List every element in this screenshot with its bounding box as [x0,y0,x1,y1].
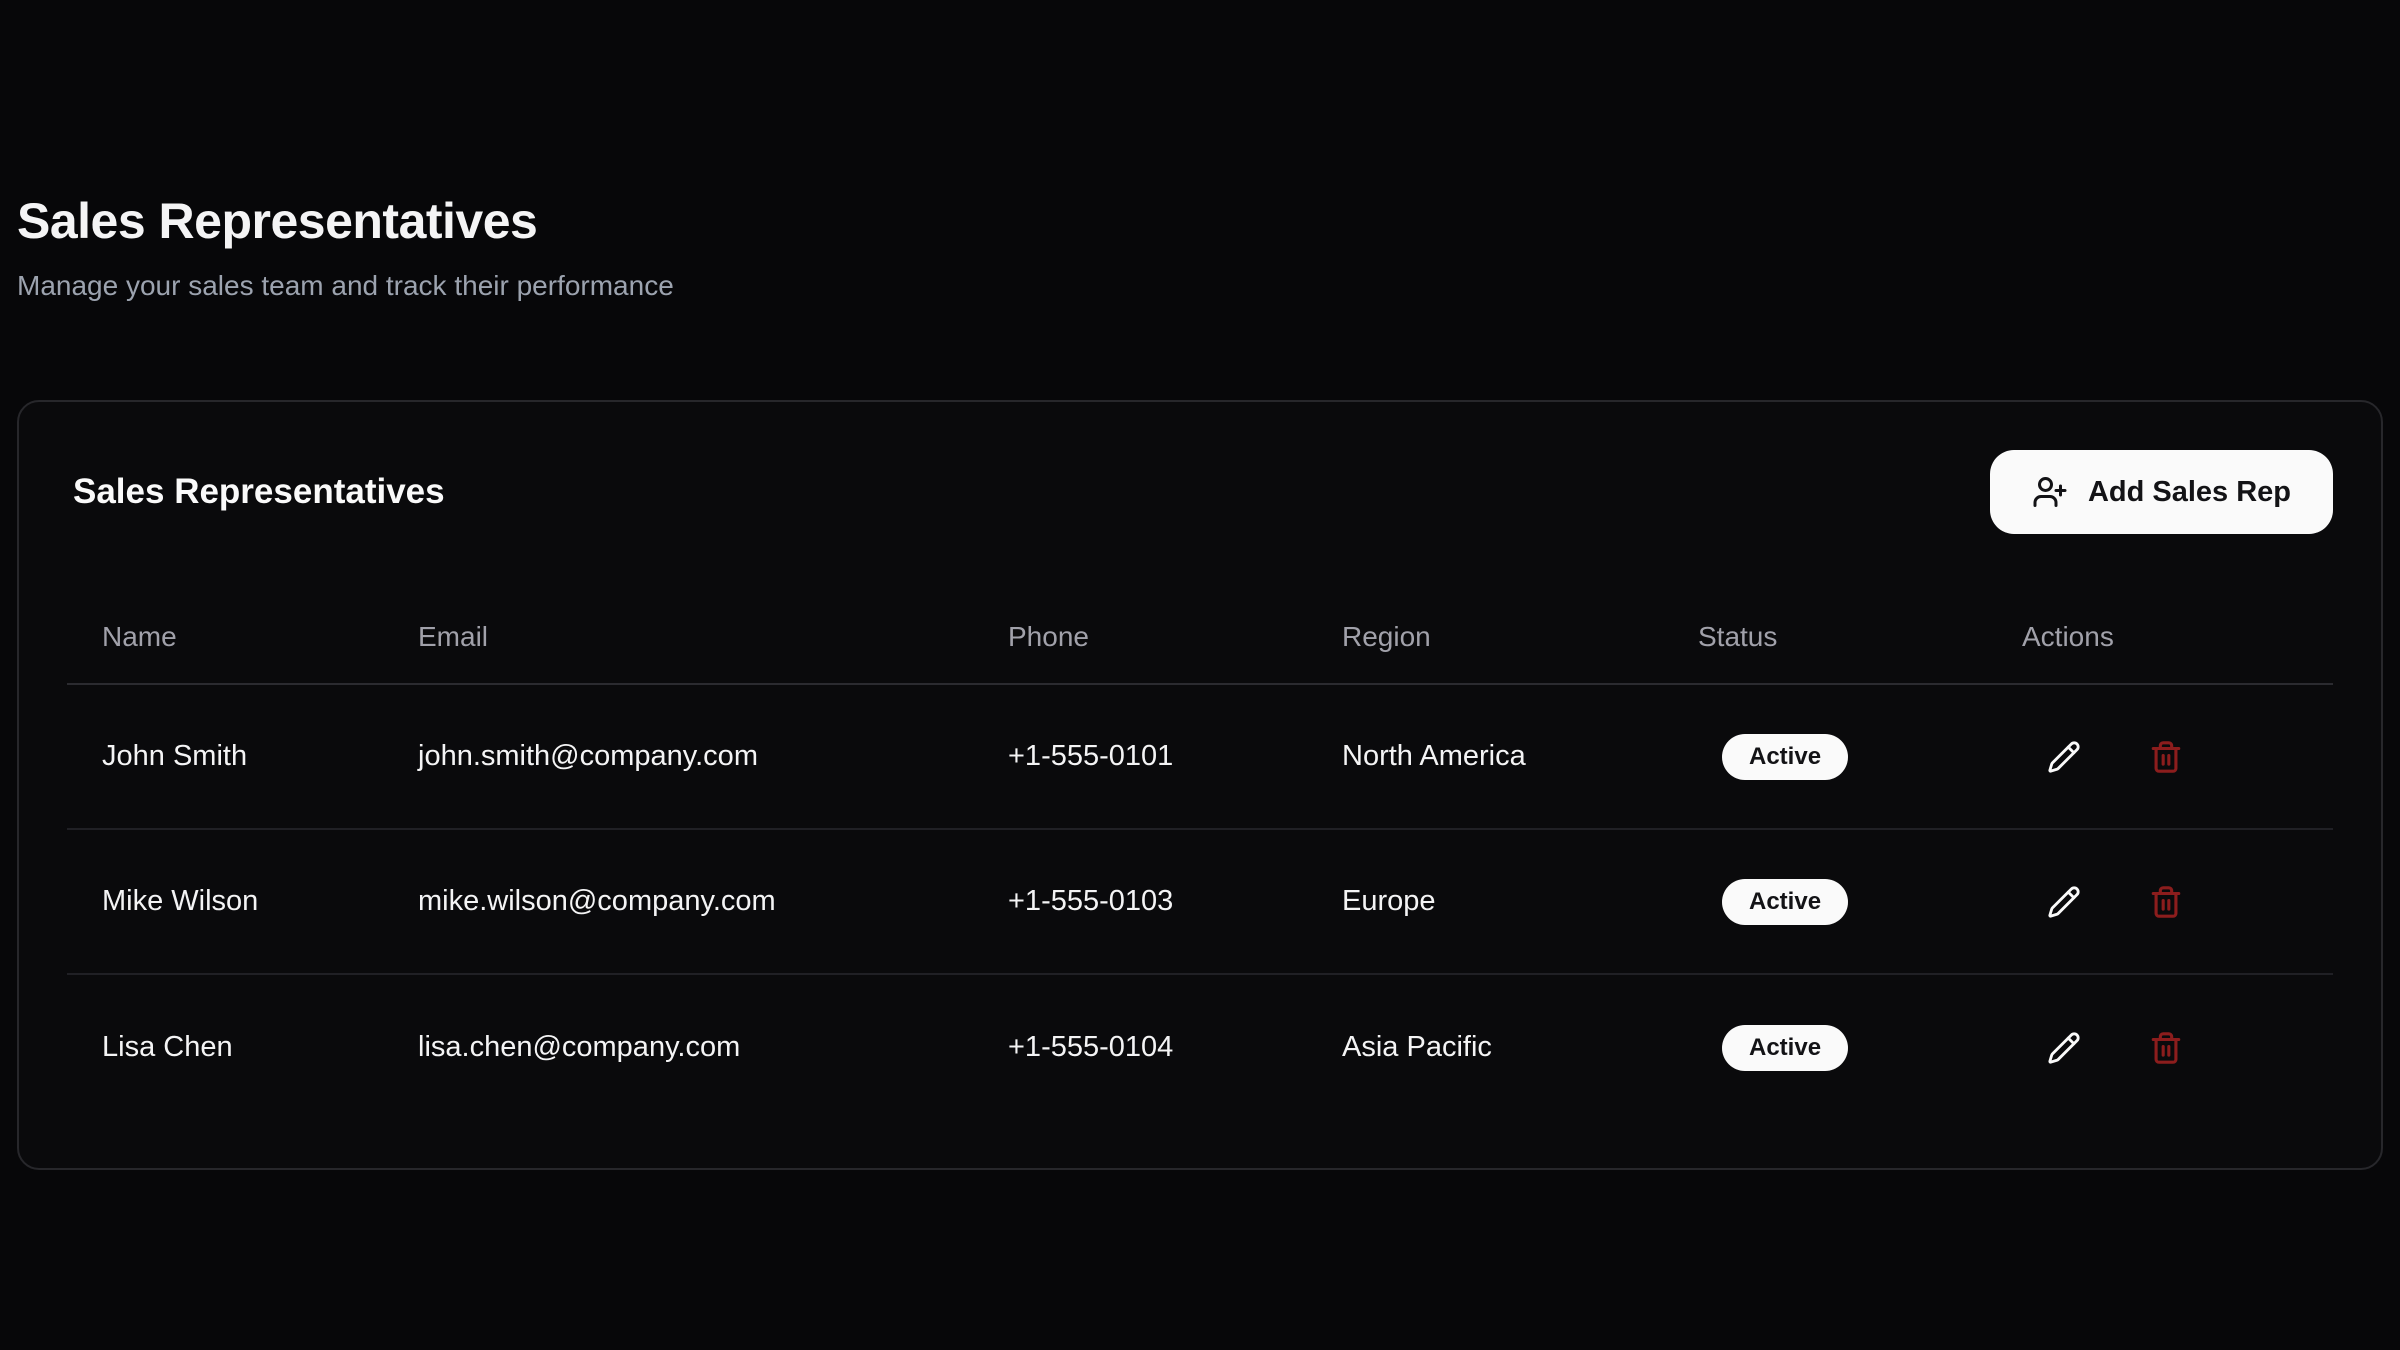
status-badge: Active [1722,879,1848,925]
page-title: Sales Representatives [17,192,2383,250]
delete-button[interactable] [2144,1026,2188,1070]
delete-button[interactable] [2144,880,2188,924]
table-row: Lisa Chen lisa.chen@company.com +1-555-0… [67,975,2333,1120]
edit-button[interactable] [2042,880,2086,924]
rep-email: john.smith@company.com [383,740,973,773]
status-badge: Active [1722,1025,1848,1071]
trash-icon [2149,1031,2183,1065]
column-header-status: Status [1663,621,1987,653]
status-badge: Active [1722,734,1848,780]
user-plus-icon [2032,474,2068,510]
rep-email: lisa.chen@company.com [383,1031,973,1064]
column-header-actions: Actions [1987,621,2333,653]
pencil-icon [2047,740,2081,774]
add-sales-rep-label: Add Sales Rep [2088,476,2291,509]
row-actions [1987,880,2333,924]
column-header-phone: Phone [973,621,1307,653]
pencil-icon [2047,885,2081,919]
rep-phone: +1-555-0104 [973,1031,1307,1064]
sales-reps-table: Name Email Phone Region Status Actions J… [67,590,2333,1120]
row-actions [1987,735,2333,779]
trash-icon [2149,740,2183,774]
sales-reps-page: Sales Representatives Manage your sales … [0,0,2400,1170]
edit-button[interactable] [2042,1026,2086,1070]
rep-email: mike.wilson@company.com [383,885,973,918]
row-actions [1987,1026,2333,1070]
delete-button[interactable] [2144,735,2188,779]
rep-region: North America [1307,740,1663,773]
page-header: Sales Representatives Manage your sales … [17,0,2383,302]
rep-region: Europe [1307,885,1663,918]
trash-icon [2149,885,2183,919]
edit-button[interactable] [2042,735,2086,779]
table-row: John Smith john.smith@company.com +1-555… [67,685,2333,830]
column-header-region: Region [1307,621,1663,653]
pencil-icon [2047,1031,2081,1065]
rep-region: Asia Pacific [1307,1031,1663,1064]
add-sales-rep-button[interactable]: Add Sales Rep [1990,450,2333,534]
card-header: Sales Representatives Add Sales Rep [67,450,2333,534]
rep-name: John Smith [67,740,383,773]
column-header-email: Email [383,621,973,653]
sales-reps-card: Sales Representatives Add Sales Rep Name… [17,400,2383,1170]
rep-name: Lisa Chen [67,1031,383,1064]
card-title: Sales Representatives [67,472,445,512]
rep-phone: +1-555-0101 [973,740,1307,773]
table-row: Mike Wilson mike.wilson@company.com +1-5… [67,830,2333,975]
column-header-name: Name [67,621,383,653]
rep-phone: +1-555-0103 [973,885,1307,918]
page-subtitle: Manage your sales team and track their p… [17,270,2383,302]
table-header-row: Name Email Phone Region Status Actions [67,590,2333,685]
rep-name: Mike Wilson [67,885,383,918]
